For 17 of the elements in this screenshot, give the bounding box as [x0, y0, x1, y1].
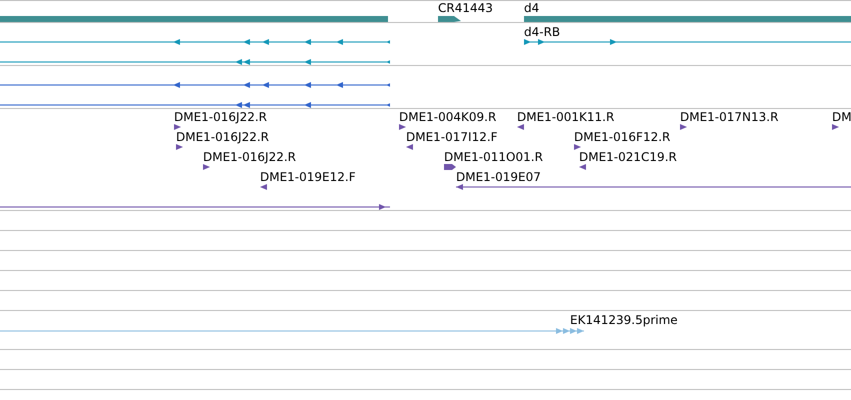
feature-label: DM — [832, 110, 851, 124]
feature-label: DME1-004K09.R — [399, 110, 496, 124]
feature-label: DME1-016J22.R — [203, 150, 296, 164]
feature-label: DME1-017I12.F — [406, 130, 498, 144]
feature-label: CR41443 — [438, 1, 493, 15]
feature-label: DME1-019E07 — [456, 170, 541, 184]
feature-label: DME1-017N13.R — [680, 110, 778, 124]
feature-label: DME1-001K11.R — [517, 110, 614, 124]
feature-label: DME1-016J22.R — [174, 110, 268, 124]
feature-label: EK141239.5prime — [570, 313, 678, 327]
feature-label: DME1-016J22.R — [176, 130, 270, 144]
feature-label: d4 — [524, 1, 540, 15]
feature-label: d4-RB — [524, 25, 560, 39]
feature-label: DME1-019E12.F — [260, 170, 356, 184]
feature-label: DME1-021C19.R — [579, 150, 677, 164]
feature-label: DME1-016F12.R — [574, 130, 670, 144]
feature-label: DME1-011O01.R — [444, 150, 543, 164]
